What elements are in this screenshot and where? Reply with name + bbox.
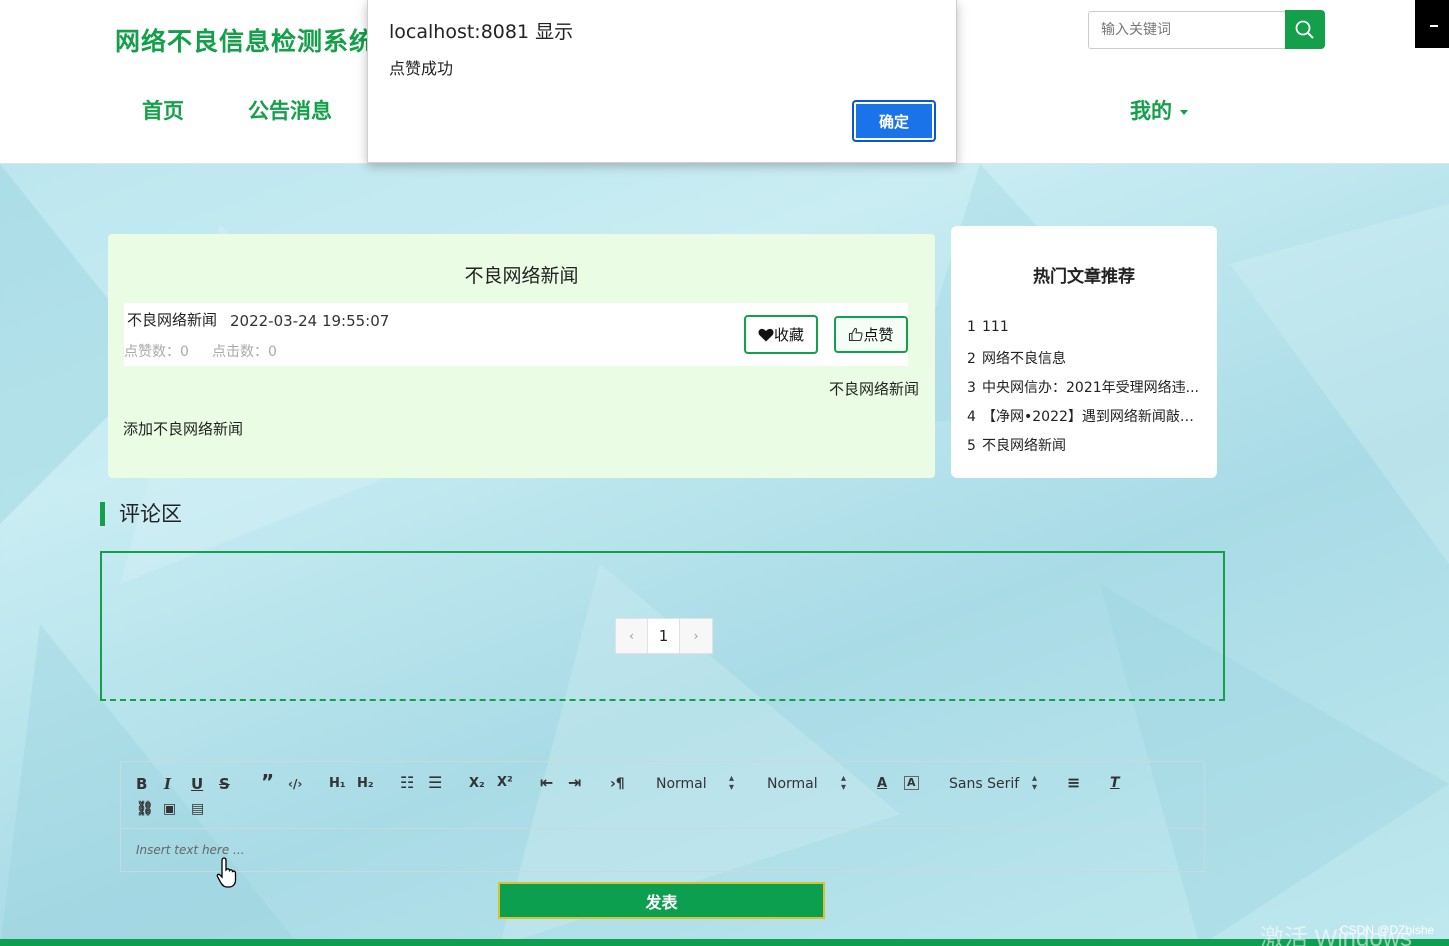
site-logo[interactable]: 网络不良信息检测系统 bbox=[115, 22, 375, 58]
pagination-prev[interactable]: ‹ bbox=[616, 619, 648, 653]
minus-icon bbox=[1430, 25, 1438, 27]
pagination-page[interactable]: 1 bbox=[648, 619, 680, 653]
text-color-icon[interactable]: A bbox=[877, 775, 887, 793]
like-button[interactable]: 点赞 bbox=[834, 316, 908, 353]
size-select-value: Normal bbox=[767, 776, 818, 792]
font-select[interactable]: Sans Serif ▴ ▾ bbox=[949, 774, 1037, 793]
comment-section-heading: 评论区 bbox=[100, 502, 182, 526]
strikethrough-icon[interactable]: S bbox=[219, 775, 230, 793]
text-direction-icon[interactable]: ›¶ bbox=[610, 775, 625, 793]
hot-article-link[interactable]: 网络不良信息 bbox=[982, 351, 1066, 367]
hot-article-item[interactable]: 2 网络不良信息 bbox=[967, 348, 1203, 377]
caret-down-icon bbox=[1180, 109, 1188, 115]
heading1-icon[interactable]: H₁ bbox=[329, 775, 346, 793]
hot-article-number: 5 bbox=[967, 438, 976, 454]
hot-articles-list: 1 111 2 网络不良信息 3 中央网信办：2021年受理网络违... 4 【净网•2… bbox=[967, 319, 1203, 464]
nav-home[interactable]: 首页 bbox=[142, 95, 184, 125]
indent-icon[interactable]: ⇥ bbox=[568, 774, 581, 792]
underline-icon[interactable]: U bbox=[191, 775, 203, 793]
comment-editor: B I U S ” ‹/› H₁ H₂ ☷ ☰ X₂ X² ⇤ ⇥ ›¶ Nor… bbox=[120, 761, 1205, 872]
article-title: 不良网络新闻 bbox=[464, 265, 579, 287]
hot-articles-title: 热门文章推荐 bbox=[1033, 267, 1135, 287]
image-icon[interactable]: ▣ bbox=[163, 800, 176, 818]
bullet-list-icon[interactable]: ☰ bbox=[428, 774, 442, 792]
article-date: 2022-03-24 19:55:07 bbox=[230, 312, 390, 330]
comment-list: ‹ 1 › bbox=[100, 551, 1225, 701]
article-category: 不良网络新闻 bbox=[127, 311, 218, 329]
updown-icon: ▴ ▾ bbox=[841, 773, 847, 793]
italic-icon[interactable]: I bbox=[164, 775, 171, 793]
background-color-icon[interactable]: A bbox=[904, 776, 919, 790]
alert-message: 点赞成功 bbox=[389, 59, 454, 78]
search-button[interactable] bbox=[1285, 10, 1325, 49]
clear-format-icon[interactable]: T bbox=[1110, 774, 1120, 792]
like-label: 点赞 bbox=[863, 326, 894, 344]
nav-mine-label: 我的 bbox=[1130, 99, 1172, 123]
csdn-watermark: CSDN @DZbishe bbox=[1340, 923, 1435, 937]
click-count: 点击数：0 bbox=[212, 344, 277, 360]
heart-icon bbox=[758, 328, 774, 341]
footer-bar bbox=[0, 939, 1449, 946]
hand-cursor-icon bbox=[216, 857, 237, 888]
superscript-icon[interactable]: X² bbox=[497, 774, 513, 792]
hot-article-link[interactable]: 111 bbox=[982, 319, 1009, 335]
hot-article-number: 3 bbox=[967, 380, 976, 396]
article-content: 添加不良网络新闻 bbox=[123, 420, 244, 438]
collect-button[interactable]: 收藏 bbox=[744, 315, 818, 354]
editor-input-area[interactable]: Insert text here ... bbox=[121, 830, 1204, 872]
browser-alert-dialog: localhost:8081 显示 点赞成功 确定 bbox=[367, 0, 957, 163]
hot-article-number: 1 bbox=[967, 319, 976, 335]
updown-icon: ▴ ▾ bbox=[729, 773, 735, 793]
header-select[interactable]: Normal ▴ ▾ bbox=[656, 774, 734, 793]
code-block-icon[interactable]: ‹/› bbox=[288, 775, 302, 793]
link-icon[interactable]: ⛓ bbox=[136, 800, 154, 818]
font-select-value: Sans Serif bbox=[949, 776, 1020, 792]
like-count: 点赞数：0 bbox=[124, 344, 189, 360]
window-corner-button[interactable] bbox=[1415, 0, 1449, 48]
hot-articles-card: 热门文章推荐 1 111 2 网络不良信息 3 中央网信办：2021年受理网络违...… bbox=[951, 226, 1217, 478]
thumbs-up-icon bbox=[849, 327, 864, 342]
collect-label: 收藏 bbox=[773, 326, 804, 344]
hot-article-item[interactable]: 3 中央网信办：2021年受理网络违... bbox=[967, 377, 1203, 406]
nav-notice[interactable]: 公告消息 bbox=[248, 95, 332, 125]
search-icon bbox=[1295, 20, 1314, 39]
hot-article-number: 4 bbox=[967, 409, 976, 425]
bold-icon[interactable]: B bbox=[136, 775, 147, 793]
article-source: 不良网络新闻 bbox=[828, 380, 919, 398]
pagination-next[interactable]: › bbox=[680, 619, 712, 653]
hot-article-link[interactable]: 【净网•2022】遇到网络新闻敲诈... bbox=[982, 409, 1203, 425]
editor-toolbar: B I U S ” ‹/› H₁ H₂ ☷ ☰ X₂ X² ⇤ ⇥ ›¶ Nor… bbox=[121, 762, 1204, 829]
heading2-icon[interactable]: H₂ bbox=[357, 775, 374, 793]
ordered-list-icon[interactable]: ☷ bbox=[400, 774, 414, 792]
size-select[interactable]: Normal ▴ ▾ bbox=[767, 774, 846, 793]
alert-title: localhost:8081 显示 bbox=[389, 21, 574, 43]
article-card: 不良网络新闻 不良网络新闻 2022-03-24 19:55:07 点赞数：0 … bbox=[108, 234, 935, 478]
hot-article-number: 2 bbox=[967, 351, 976, 367]
alert-ok-button[interactable]: 确定 bbox=[852, 100, 936, 142]
header-select-value: Normal bbox=[656, 776, 707, 792]
blockquote-icon[interactable]: ” bbox=[261, 772, 274, 792]
pagination: ‹ 1 › bbox=[615, 618, 713, 654]
hot-article-item[interactable]: 4 【净网•2022】遇到网络新闻敲诈... bbox=[967, 406, 1203, 435]
updown-icon: ▴ ▾ bbox=[1032, 773, 1038, 793]
outdent-icon[interactable]: ⇤ bbox=[540, 774, 553, 792]
search-input[interactable] bbox=[1088, 11, 1286, 49]
align-icon[interactable]: ≡ bbox=[1067, 774, 1080, 792]
hot-article-item[interactable]: 5 不良网络新闻 bbox=[967, 435, 1203, 464]
subscript-icon[interactable]: X₂ bbox=[469, 775, 485, 793]
hot-article-item[interactable]: 1 111 bbox=[967, 319, 1203, 348]
video-icon[interactable]: ▤ bbox=[191, 800, 204, 818]
hot-article-link[interactable]: 不良网络新闻 bbox=[982, 438, 1066, 454]
hot-article-link[interactable]: 中央网信办：2021年受理网络违... bbox=[982, 380, 1199, 396]
submit-comment-button[interactable]: 发表 bbox=[498, 882, 825, 919]
nav-mine-dropdown[interactable]: 我的 bbox=[1130, 95, 1188, 125]
